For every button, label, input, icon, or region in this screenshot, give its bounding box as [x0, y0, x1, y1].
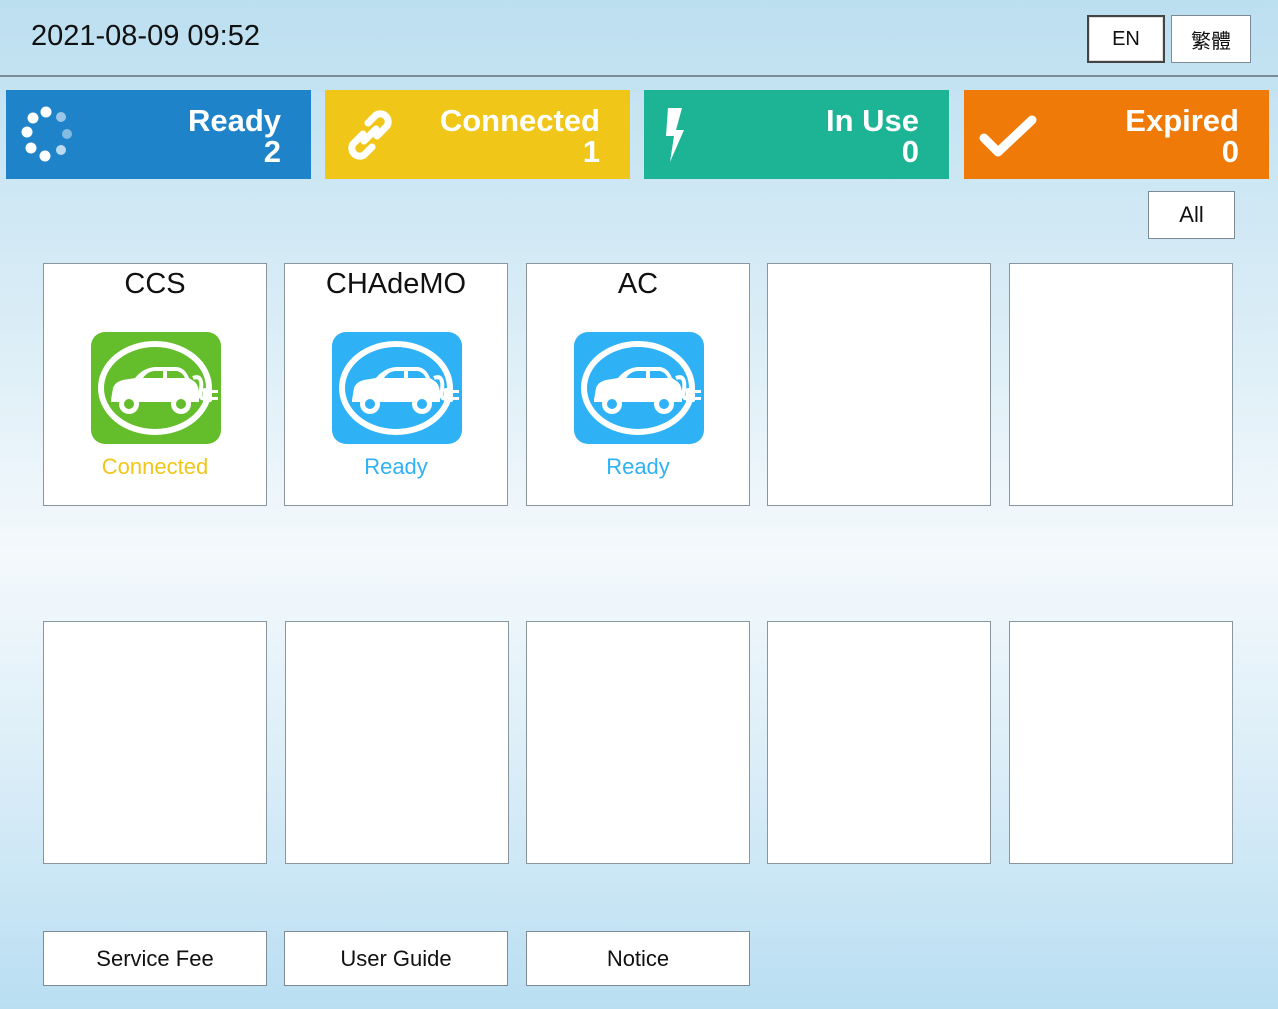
charger-tile-empty [1009, 263, 1233, 506]
checkmark-icon [979, 115, 1037, 157]
charger-tile-empty [526, 621, 750, 864]
filter-all-button[interactable]: All [1148, 191, 1235, 239]
header-bar: 2021-08-09 09:52 EN 繁體 [0, 0, 1278, 77]
ev-charging-icon [574, 332, 704, 444]
status-card-in-use[interactable]: In Use 0 [644, 90, 949, 179]
service-fee-button[interactable]: Service Fee [43, 931, 267, 986]
charger-name: CCS [124, 268, 186, 300]
charger-tile-empty [43, 621, 267, 864]
language-en-button[interactable]: EN [1087, 15, 1165, 63]
charger-status: Ready [606, 454, 670, 479]
charger-tile-empty [1009, 621, 1233, 864]
user-guide-button[interactable]: User Guide [284, 931, 508, 986]
status-card-expired[interactable]: Expired 0 [964, 90, 1269, 179]
status-card-count: 2 [263, 134, 281, 169]
charger-tile-empty [767, 621, 991, 864]
lightning-bolt-icon [666, 108, 684, 162]
charger-tile-ac[interactable]: AC Ready [526, 263, 750, 506]
charger-tile-chademo[interactable]: CHAdeMO Ready [284, 263, 508, 506]
charger-tile-empty [285, 621, 509, 864]
status-card-connected[interactable]: Connected 1 [325, 90, 630, 179]
charger-status: Connected [101, 454, 209, 479]
language-traditional-chinese-button[interactable]: 繁體 [1171, 15, 1251, 63]
charger-tile-ccs[interactable]: CCS Connected [43, 263, 267, 506]
notice-button[interactable]: Notice [526, 931, 750, 986]
charger-name: AC [617, 268, 659, 300]
status-card-ready[interactable]: Ready 2 [6, 90, 311, 179]
status-card-count: 1 [582, 134, 600, 169]
status-card-count: 0 [1221, 134, 1239, 169]
status-card-count: 0 [901, 134, 919, 169]
datetime: 2021-08-09 09:52 [31, 20, 260, 52]
charger-status: Ready [364, 454, 428, 479]
status-card-label: Connected [439, 103, 600, 138]
charger-tile-empty [767, 263, 991, 506]
chain-link-icon [348, 110, 392, 160]
charger-name: CHAdeMO [325, 268, 467, 300]
ev-charging-icon [91, 332, 221, 444]
loading-spinner-icon [21, 106, 72, 162]
ev-charging-icon [332, 332, 462, 444]
